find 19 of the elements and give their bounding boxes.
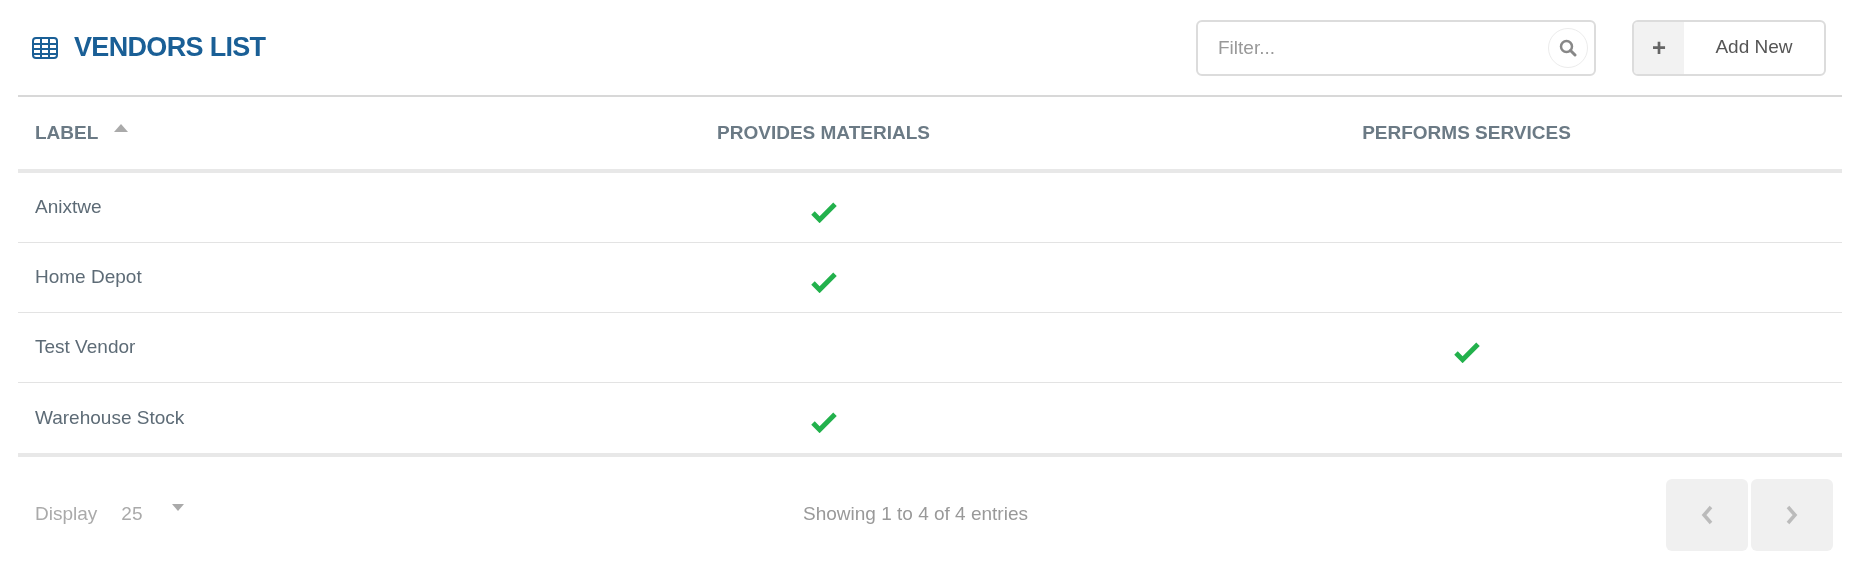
column-header[interactable]: LABEL [35, 118, 99, 148]
plus-icon: + [1634, 21, 1684, 74]
display-label: Display [35, 502, 98, 527]
entries-summary: Showing 1 to 4 of 4 entries [803, 502, 1028, 527]
column-header[interactable]: PERFORMS SERVICES [1362, 118, 1571, 148]
chevron-right-icon [1786, 504, 1798, 525]
chevron-left-icon [1701, 504, 1713, 525]
table-cell-text: Warehouse Stock [35, 405, 185, 430]
page-title: VENDORS LIST [74, 31, 266, 65]
table-cell-text: Anixtwe [35, 195, 102, 220]
table-cell-text: Home Depot [35, 265, 142, 290]
table-icon [32, 36, 58, 59]
filter-field[interactable]: Filter... [1196, 19, 1596, 76]
table-cell-text: Test Vendor [35, 335, 136, 360]
search-icon [1559, 38, 1577, 57]
add-new-button[interactable]: + Add New [1632, 19, 1826, 76]
caret-icon [172, 504, 185, 511]
page-size-dropdown[interactable]: 25 [121, 500, 185, 529]
column-header[interactable]: PROVIDES MATERIALS [717, 118, 930, 148]
